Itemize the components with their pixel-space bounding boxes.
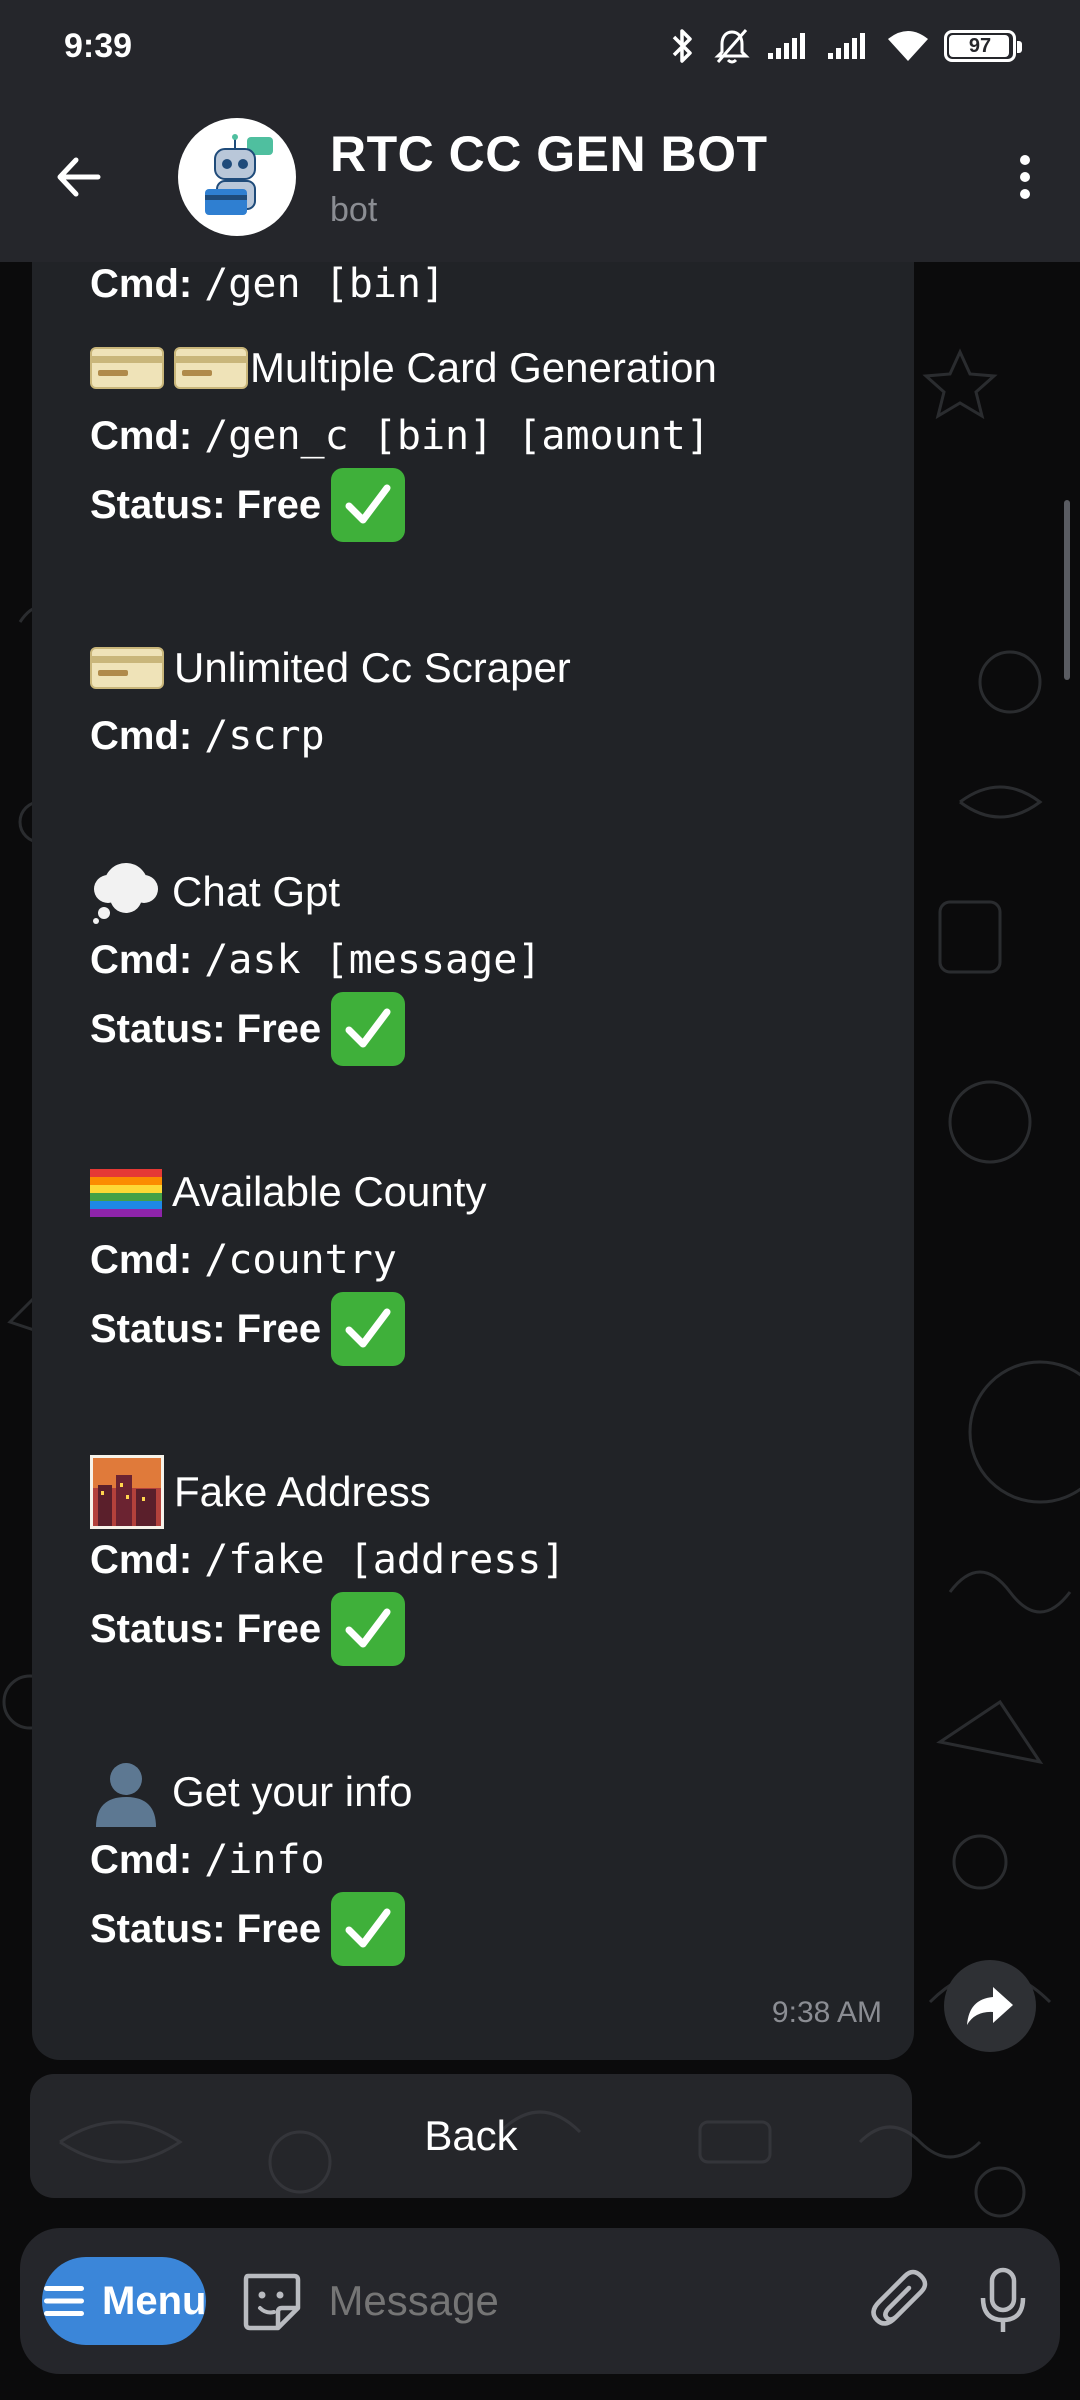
menu-button[interactable]: Menu: [42, 2257, 207, 2345]
cmd-label: Cmd:: [90, 1537, 193, 1582]
check-mark-icon: [331, 992, 406, 1066]
cmd-label: Cmd:: [90, 413, 193, 458]
microphone-icon: [981, 2267, 1026, 2332]
robot-icon: [205, 134, 273, 215]
chat-area[interactable]: Cmd: /gen [bin] Multiple Card Generation…: [0, 262, 1080, 2400]
bluetooth-icon: [672, 29, 692, 63]
status-text: Status: Free: [90, 1906, 322, 1951]
forward-button[interactable]: [944, 1960, 1036, 2052]
cmd-label: Cmd:: [90, 262, 193, 306]
credit-card-icon: [90, 644, 164, 692]
list-item: Available County Cmd: /country Status: F…: [90, 1156, 486, 1370]
thought-bubble-icon: [90, 859, 162, 925]
entry-title: Fake Address: [174, 1468, 431, 1515]
check-mark-icon: [331, 1592, 406, 1666]
status-text: Status: Free: [90, 482, 322, 527]
user-silhouette-icon: [90, 1757, 162, 1827]
entry-title: Unlimited Cc Scraper: [174, 644, 571, 691]
status-text: Status: Free: [90, 1606, 322, 1651]
arrow-left-icon: [57, 157, 101, 197]
cmd-code[interactable]: /gen_c [bin] [amount]: [204, 413, 710, 459]
cmd-code[interactable]: /ask [message]: [204, 937, 541, 983]
check-mark-icon: [331, 1892, 406, 1966]
wifi-icon: [888, 31, 928, 61]
list-item: Fake Address Cmd: /fake [address] Status…: [90, 1455, 565, 1670]
mute-icon: [714, 29, 750, 64]
message-top-line: Cmd: /gen [bin]: [90, 262, 445, 307]
list-item: Multiple Card Generation Cmd: /gen_c [bi…: [90, 332, 717, 546]
chat-scrollbar[interactable]: [1064, 500, 1070, 680]
list-item: Chat Gpt Cmd: /ask [message] Status: Fre…: [90, 856, 541, 1070]
rainbow-flag-icon: [90, 1167, 162, 1217]
back-arrow-button[interactable]: [40, 138, 118, 216]
cmd-label: Cmd:: [90, 713, 193, 758]
cmd-label: Cmd:: [90, 1237, 193, 1282]
entry-title: Chat Gpt: [172, 868, 341, 915]
status-bar: 9:39 97: [0, 0, 1080, 92]
battery-icon: 97: [944, 30, 1022, 62]
chat-title: RTC CC GEN BOT: [330, 125, 768, 182]
signal-icon: [828, 33, 865, 59]
signal-icon: [768, 33, 805, 59]
list-item: Unlimited Cc Scraper Cmd: /scrp: [90, 632, 571, 764]
chat-title-block[interactable]: RTC CC GEN BOT bot: [330, 125, 768, 230]
share-arrow-icon: [967, 1987, 1013, 2025]
menu-label: Menu: [102, 2278, 207, 2323]
message-input[interactable]: [328, 2277, 870, 2325]
cmd-code[interactable]: /info: [204, 1837, 324, 1883]
cmd-code[interactable]: /country: [204, 1237, 397, 1283]
message-composer: Menu: [20, 2228, 1060, 2374]
battery-level: 97: [968, 34, 992, 57]
more-vertical-icon: [1020, 155, 1030, 199]
status-text: Status: Free: [90, 1306, 322, 1351]
credit-card-icon: [174, 344, 248, 392]
entry-title: Multiple Card Generation: [250, 344, 717, 391]
sticker-icon: [244, 2273, 301, 2331]
cmd-code[interactable]: /gen [bin]: [204, 262, 445, 307]
status-time: 9:39: [64, 26, 133, 65]
cmd-label: Cmd:: [90, 1837, 193, 1882]
credit-card-icon: [90, 344, 164, 392]
status-icons: 97: [668, 26, 1022, 66]
status-text: Status: Free: [90, 1006, 322, 1051]
bot-message-bubble: Cmd: /gen [bin] Multiple Card Generation…: [32, 262, 914, 2060]
cmd-code[interactable]: /scrp: [204, 713, 324, 759]
message-timestamp: 9:38 AM: [771, 1996, 882, 2029]
paperclip-icon: [871, 2269, 928, 2326]
list-item: Get your info Cmd: /info Status: Free: [90, 1756, 412, 1970]
chat-header: RTC CC GEN BOT bot: [0, 92, 1080, 262]
entry-title: Available County: [172, 1168, 487, 1215]
city-dusk-icon: [90, 1455, 164, 1529]
check-mark-icon: [331, 1292, 406, 1366]
hamburger-menu-icon: [44, 2286, 84, 2316]
check-mark-icon: [331, 468, 406, 542]
microphone-button[interactable]: [977, 2263, 1029, 2339]
cmd-label: Cmd:: [90, 937, 193, 982]
bot-avatar[interactable]: [178, 118, 296, 236]
chat-subtitle: bot: [330, 190, 378, 229]
cmd-code[interactable]: /fake [address]: [204, 1537, 565, 1583]
more-options-button[interactable]: [990, 142, 1060, 212]
keyboard-back-button[interactable]: Back: [30, 2074, 912, 2198]
sticker-button[interactable]: [238, 2263, 304, 2339]
entry-title: Get your info: [172, 1768, 413, 1815]
attach-button[interactable]: [869, 2263, 931, 2339]
